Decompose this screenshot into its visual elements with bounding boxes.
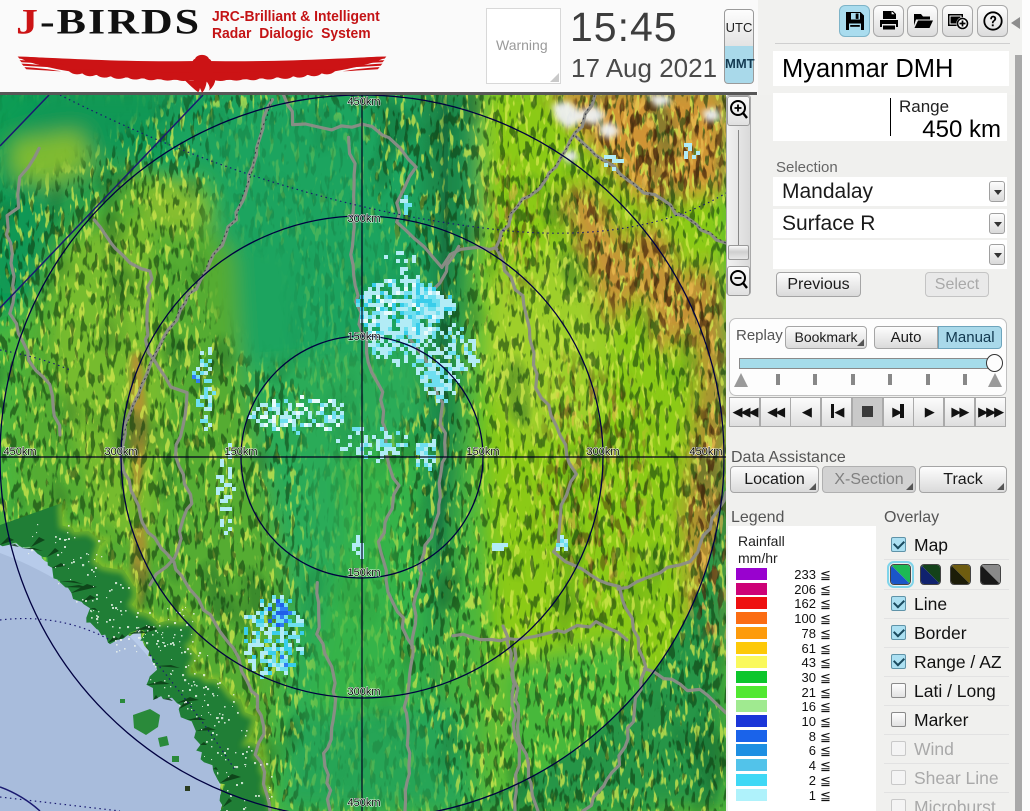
svg-text:300km: 300km bbox=[586, 446, 619, 458]
svg-text:150km: 150km bbox=[347, 331, 380, 343]
svg-text:150km: 150km bbox=[466, 446, 499, 458]
svg-text:450km: 450km bbox=[3, 446, 36, 458]
svg-text:150km: 150km bbox=[224, 446, 257, 458]
svg-text:450km: 450km bbox=[689, 446, 722, 458]
svg-text:450km: 450km bbox=[347, 797, 380, 809]
svg-text:300km: 300km bbox=[104, 446, 137, 458]
svg-text:450km: 450km bbox=[347, 96, 380, 108]
svg-text:300km: 300km bbox=[347, 686, 380, 698]
svg-text:150km: 150km bbox=[347, 567, 380, 579]
svg-text:300km: 300km bbox=[347, 213, 380, 225]
